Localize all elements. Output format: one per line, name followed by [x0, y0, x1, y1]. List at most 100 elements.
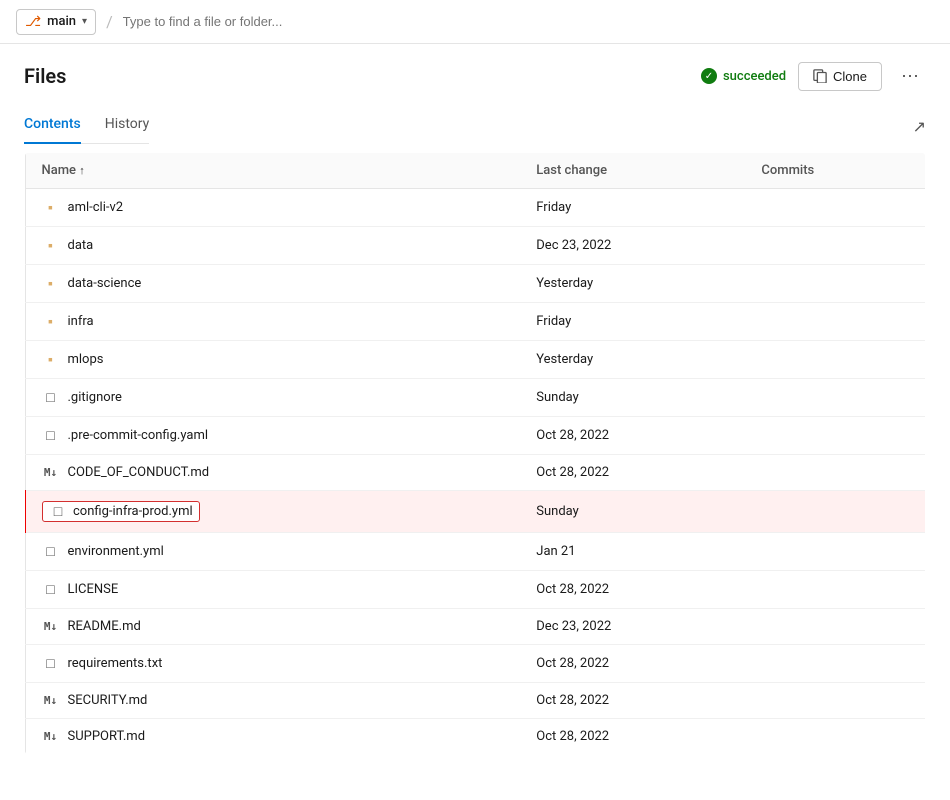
clone-icon — [813, 69, 827, 83]
markdown-icon: M↓ — [42, 620, 60, 633]
file-icon: □ — [42, 543, 60, 560]
last-change-cell: Oct 28, 2022 — [520, 645, 745, 683]
file-name-cell: M↓ SECURITY.md — [25, 683, 520, 719]
expand-icon[interactable]: ↗ — [913, 117, 926, 136]
file-link[interactable]: SUPPORT.md — [68, 729, 146, 744]
last-change-cell: Friday — [520, 303, 745, 341]
file-name-cell: □ .pre-commit-config.yaml — [25, 417, 520, 455]
commits-cell — [745, 227, 925, 265]
file-link[interactable]: .pre-commit-config.yaml — [68, 428, 209, 443]
file-icon: □ — [42, 581, 60, 598]
file-name-cell: □ environment.yml — [25, 533, 520, 571]
file-link[interactable]: data-science — [68, 276, 142, 291]
file-link[interactable]: CODE_OF_CONDUCT.md — [68, 465, 210, 480]
file-name-cell: □ LICENSE — [25, 571, 520, 609]
file-icon: □ — [49, 503, 67, 520]
file-link[interactable]: aml-cli-v2 — [68, 200, 124, 215]
file-link[interactable]: SECURITY.md — [68, 693, 148, 708]
more-icon: ⋯ — [901, 66, 919, 87]
commits-cell — [745, 683, 925, 719]
commits-cell — [745, 571, 925, 609]
commits-cell — [745, 609, 925, 645]
header-actions: ✓ succeeded Clone ⋯ — [701, 60, 926, 92]
file-name-cell: ▪ data — [25, 227, 520, 265]
last-change-cell: Yesterday — [520, 265, 745, 303]
table-row[interactable]: ▪ infra Friday — [25, 303, 926, 341]
last-change-cell: Oct 28, 2022 — [520, 683, 745, 719]
file-table: Name ↑ Last change Commits ▪ aml-cli-v2 … — [24, 152, 926, 755]
topbar: ⎇ main ▾ / — [0, 0, 950, 44]
last-change-cell: Yesterday — [520, 341, 745, 379]
file-search-input[interactable] — [123, 14, 343, 29]
commits-cell — [745, 379, 925, 417]
commits-cell — [745, 341, 925, 379]
file-link[interactable]: data — [68, 238, 94, 253]
table-row[interactable]: ▪ aml-cli-v2 Friday — [25, 189, 926, 227]
last-change-cell: Dec 23, 2022 — [520, 227, 745, 265]
branch-label: main — [47, 14, 76, 29]
branch-selector[interactable]: ⎇ main ▾ — [16, 9, 96, 35]
clone-label: Clone — [833, 69, 867, 84]
markdown-icon: M↓ — [42, 694, 60, 707]
file-name-cell: □ .gitignore — [25, 379, 520, 417]
last-change-cell: Friday — [520, 189, 745, 227]
table-row[interactable]: ▪ data-science Yesterday — [25, 265, 926, 303]
commits-cell — [745, 265, 925, 303]
branch-icon: ⎇ — [25, 14, 41, 30]
table-row[interactable]: □ config-infra-prod.yml Sunday — [25, 491, 926, 533]
last-change-cell: Oct 28, 2022 — [520, 455, 745, 491]
last-change-cell: Sunday — [520, 379, 745, 417]
file-link[interactable]: infra — [68, 314, 94, 329]
folder-icon: ▪ — [42, 313, 60, 330]
table-row[interactable]: □ environment.yml Jan 21 — [25, 533, 926, 571]
markdown-icon: M↓ — [42, 466, 60, 479]
table-row[interactable]: M↓ README.md Dec 23, 2022 — [25, 609, 926, 645]
file-name-cell: ▪ data-science — [25, 265, 520, 303]
table-row[interactable]: M↓ SECURITY.md Oct 28, 2022 — [25, 683, 926, 719]
column-header-last-change: Last change — [520, 153, 745, 189]
files-header: Files ✓ succeeded Clone ⋯ — [24, 60, 926, 92]
tabs: Contents History — [24, 108, 149, 144]
table-row[interactable]: □ .pre-commit-config.yaml Oct 28, 2022 — [25, 417, 926, 455]
tab-contents[interactable]: Contents — [24, 108, 81, 144]
highlighted-file-box: □ config-infra-prod.yml — [42, 501, 200, 522]
last-change-cell: Oct 28, 2022 — [520, 417, 745, 455]
clone-button[interactable]: Clone — [798, 62, 882, 91]
file-link[interactable]: mlops — [68, 352, 104, 367]
table-row[interactable]: □ .gitignore Sunday — [25, 379, 926, 417]
file-name-cell: ▪ aml-cli-v2 — [25, 189, 520, 227]
table-row[interactable]: ▪ data Dec 23, 2022 — [25, 227, 926, 265]
file-name-cell: M↓ README.md — [25, 609, 520, 645]
table-row[interactable]: □ LICENSE Oct 28, 2022 — [25, 571, 926, 609]
file-icon: □ — [42, 427, 60, 444]
markdown-icon: M↓ — [42, 730, 60, 743]
table-row[interactable]: M↓ SUPPORT.md Oct 28, 2022 — [25, 719, 926, 755]
commits-cell — [745, 417, 925, 455]
file-name-cell: M↓ CODE_OF_CONDUCT.md — [25, 455, 520, 491]
more-options-button[interactable]: ⋯ — [894, 60, 926, 92]
table-row[interactable]: □ requirements.txt Oct 28, 2022 — [25, 645, 926, 683]
commits-cell — [745, 719, 925, 755]
last-change-cell: Jan 21 — [520, 533, 745, 571]
file-link[interactable]: LICENSE — [68, 582, 119, 597]
path-separator: / — [106, 12, 113, 31]
file-name-cell: □ config-infra-prod.yml — [25, 491, 520, 533]
tabs-row: Contents History ↗ — [24, 108, 926, 144]
file-name-cell: ▪ infra — [25, 303, 520, 341]
file-link[interactable]: .gitignore — [68, 390, 122, 405]
tab-history[interactable]: History — [105, 108, 150, 144]
last-change-cell: Dec 23, 2022 — [520, 609, 745, 645]
last-change-cell: Oct 28, 2022 — [520, 719, 745, 755]
file-link[interactable]: README.md — [68, 619, 141, 634]
last-change-cell: Oct 28, 2022 — [520, 571, 745, 609]
file-link[interactable]: environment.yml — [68, 544, 164, 559]
table-row[interactable]: ▪ mlops Yesterday — [25, 341, 926, 379]
commits-cell — [745, 303, 925, 341]
file-link[interactable]: requirements.txt — [68, 656, 163, 671]
status-badge: ✓ succeeded — [701, 68, 786, 84]
file-link[interactable]: config-infra-prod.yml — [73, 504, 193, 519]
commits-cell — [745, 455, 925, 491]
file-name-cell: M↓ SUPPORT.md — [25, 719, 520, 755]
table-row[interactable]: M↓ CODE_OF_CONDUCT.md Oct 28, 2022 — [25, 455, 926, 491]
column-header-name: Name ↑ — [25, 153, 520, 189]
